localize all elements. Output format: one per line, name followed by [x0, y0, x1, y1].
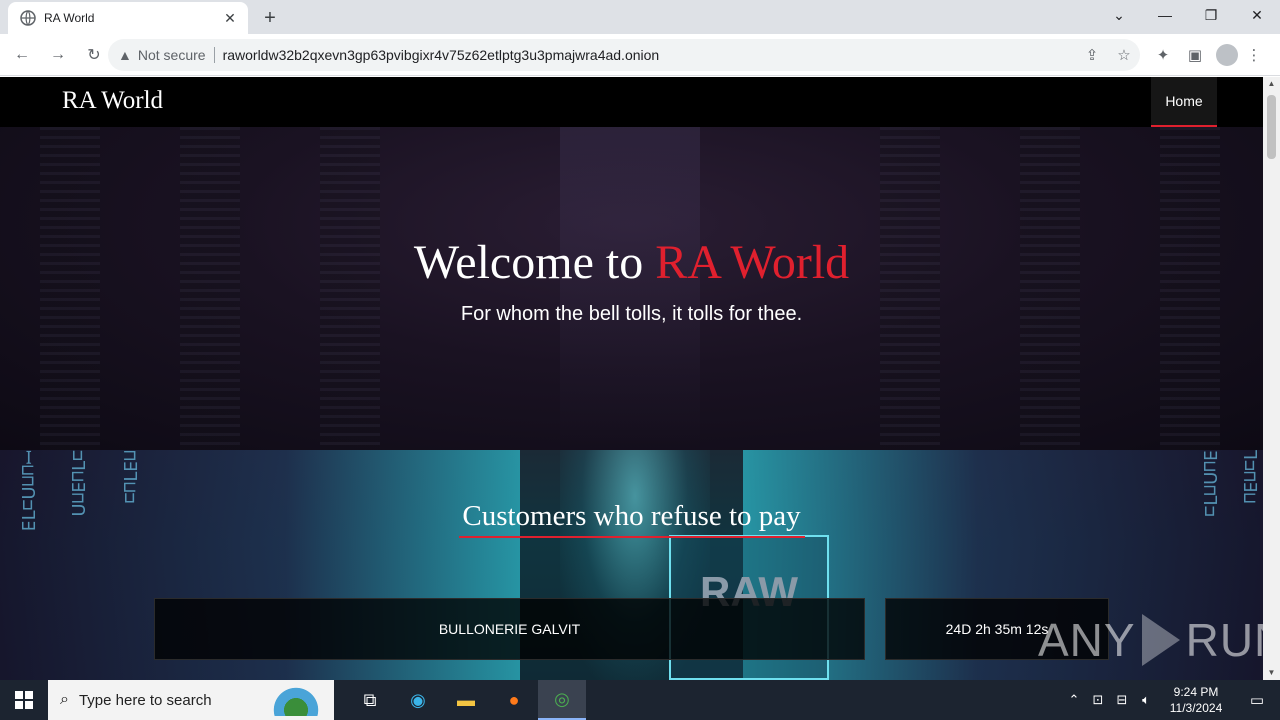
- volume-icon[interactable]: 🔈︎: [1134, 692, 1158, 708]
- tab-title: RA World: [44, 11, 95, 25]
- restore-button[interactable]: ❐: [1188, 0, 1234, 30]
- tab-close-icon[interactable]: ✕: [218, 6, 242, 30]
- bookmark-star-icon[interactable]: ☆: [1108, 39, 1140, 71]
- hero-title-accent: RA World: [655, 236, 850, 289]
- nav-home-link[interactable]: Home: [1151, 77, 1217, 127]
- matrix-code-decor: ⊓∃ꓶ⊔⊐: [119, 450, 140, 504]
- tray-device-icon[interactable]: ⊡: [1086, 692, 1110, 708]
- forward-button[interactable]: →: [42, 39, 74, 71]
- task-view-icon[interactable]: ⧉: [346, 680, 394, 720]
- scroll-down-arrow-icon[interactable]: ▼: [1263, 666, 1280, 680]
- windows-taskbar: ⌕ Type here to search ⧉ ◉ ▬ ● ◎ ⌃ ⊡ ⊟ 🔈︎…: [0, 680, 1280, 720]
- matrix-code-decor: ⊐ꓶ⊔∃⊓ꓵ: [67, 450, 88, 517]
- page-scrollbar[interactable]: ▲ ▼: [1263, 77, 1280, 680]
- omnibox-divider: [213, 47, 215, 63]
- hero-title-prefix: Welcome to: [413, 236, 644, 289]
- notification-icon[interactable]: ▭: [1234, 691, 1280, 709]
- network-icon[interactable]: ⊟: [1110, 692, 1134, 708]
- globe-icon: [20, 10, 36, 26]
- page-viewport: RA World Home Welcome to RA World For wh…: [0, 77, 1263, 680]
- file-explorer-icon[interactable]: ▬: [442, 680, 490, 720]
- extensions-puzzle-icon[interactable]: ✦: [1147, 39, 1179, 71]
- site-navbar: RA World Home: [0, 77, 1263, 127]
- firefox-icon[interactable]: ●: [490, 680, 538, 720]
- search-highlight-illustration: [264, 686, 328, 716]
- scroll-up-arrow-icon[interactable]: ▲: [1263, 77, 1280, 91]
- browser-toolbar: ← → ↻ ▲ Not secure raworldw32b2qxevn3gp6…: [0, 34, 1280, 76]
- toolbar-right: ✦ ▣ ⋮: [1147, 39, 1270, 71]
- security-label[interactable]: Not secure: [138, 47, 206, 63]
- browser-tabstrip: RA World ✕ + ⌄ — ❐ ✕: [0, 0, 1280, 34]
- tab-search-chevron-icon[interactable]: ⌄: [1096, 0, 1142, 30]
- url-text[interactable]: raworldw32b2qxevn3gp63pvibgixr4v75z62etl…: [223, 47, 1076, 63]
- side-panel-icon[interactable]: ▣: [1179, 39, 1211, 71]
- hero-title: Welcome to RA World: [0, 235, 1263, 290]
- share-icon[interactable]: ⇪: [1076, 39, 1108, 71]
- play-triangle-icon: [1141, 614, 1180, 666]
- hero-tagline: For whom the bell tolls, it tolls for th…: [460, 303, 803, 325]
- search-placeholder: Type here to search: [78, 691, 212, 709]
- section-title: Customers who refuse to pay: [462, 500, 801, 532]
- taskbar-search-box[interactable]: ⌕ Type here to search: [48, 680, 334, 720]
- clock-date: 11/3/2024: [1169, 701, 1223, 715]
- site-brand[interactable]: RA World: [62, 87, 163, 115]
- warning-triangle-icon[interactable]: ▲: [118, 47, 132, 63]
- tray-chevron-icon[interactable]: ⌃: [1062, 692, 1086, 708]
- taskbar-apps: ⧉ ◉ ▬ ● ◎: [346, 680, 586, 720]
- hero-section: Welcome to RA World For whom the bell to…: [0, 127, 1263, 450]
- search-icon: ⌕: [60, 691, 69, 708]
- section-title-underline: [459, 536, 805, 538]
- anyrun-watermark: ANY RUN: [1038, 608, 1280, 672]
- close-window-button[interactable]: ✕: [1234, 0, 1280, 30]
- new-tab-button[interactable]: +: [256, 4, 284, 32]
- reload-button[interactable]: ↻: [78, 39, 110, 71]
- window-controls: ⌄ — ❐ ✕: [1096, 0, 1280, 34]
- chrome-icon[interactable]: ◎: [538, 680, 586, 720]
- edge-icon[interactable]: ◉: [394, 680, 442, 720]
- windows-logo-icon: [15, 691, 33, 709]
- scrollbar-thumb[interactable]: [1267, 95, 1276, 159]
- menu-kebab-icon[interactable]: ⋮: [1238, 39, 1270, 71]
- taskbar-clock[interactable]: 9:24 PM 11/3/2024: [1158, 684, 1234, 716]
- profile-avatar[interactable]: [1216, 44, 1238, 66]
- clock-time: 9:24 PM: [1173, 685, 1219, 699]
- back-button[interactable]: ←: [6, 39, 38, 71]
- system-tray: ⌃ ⊡ ⊟ 🔈︎ 9:24 PM 11/3/2024 ▭: [1062, 680, 1280, 720]
- browser-tab[interactable]: RA World ✕: [8, 2, 248, 34]
- address-bar[interactable]: ▲ Not secure raworldw32b2qxevn3gp63pvibg…: [108, 39, 1140, 71]
- watermark-left-text: ANY: [1038, 614, 1136, 666]
- start-button[interactable]: [0, 680, 48, 720]
- minimize-button[interactable]: —: [1142, 0, 1188, 30]
- matrix-code-decor: ꟷ⊔⊓ꓵ⊐ꓶ∃: [17, 450, 38, 532]
- victim-name-card[interactable]: BULLONERIE GALVIT: [154, 598, 865, 660]
